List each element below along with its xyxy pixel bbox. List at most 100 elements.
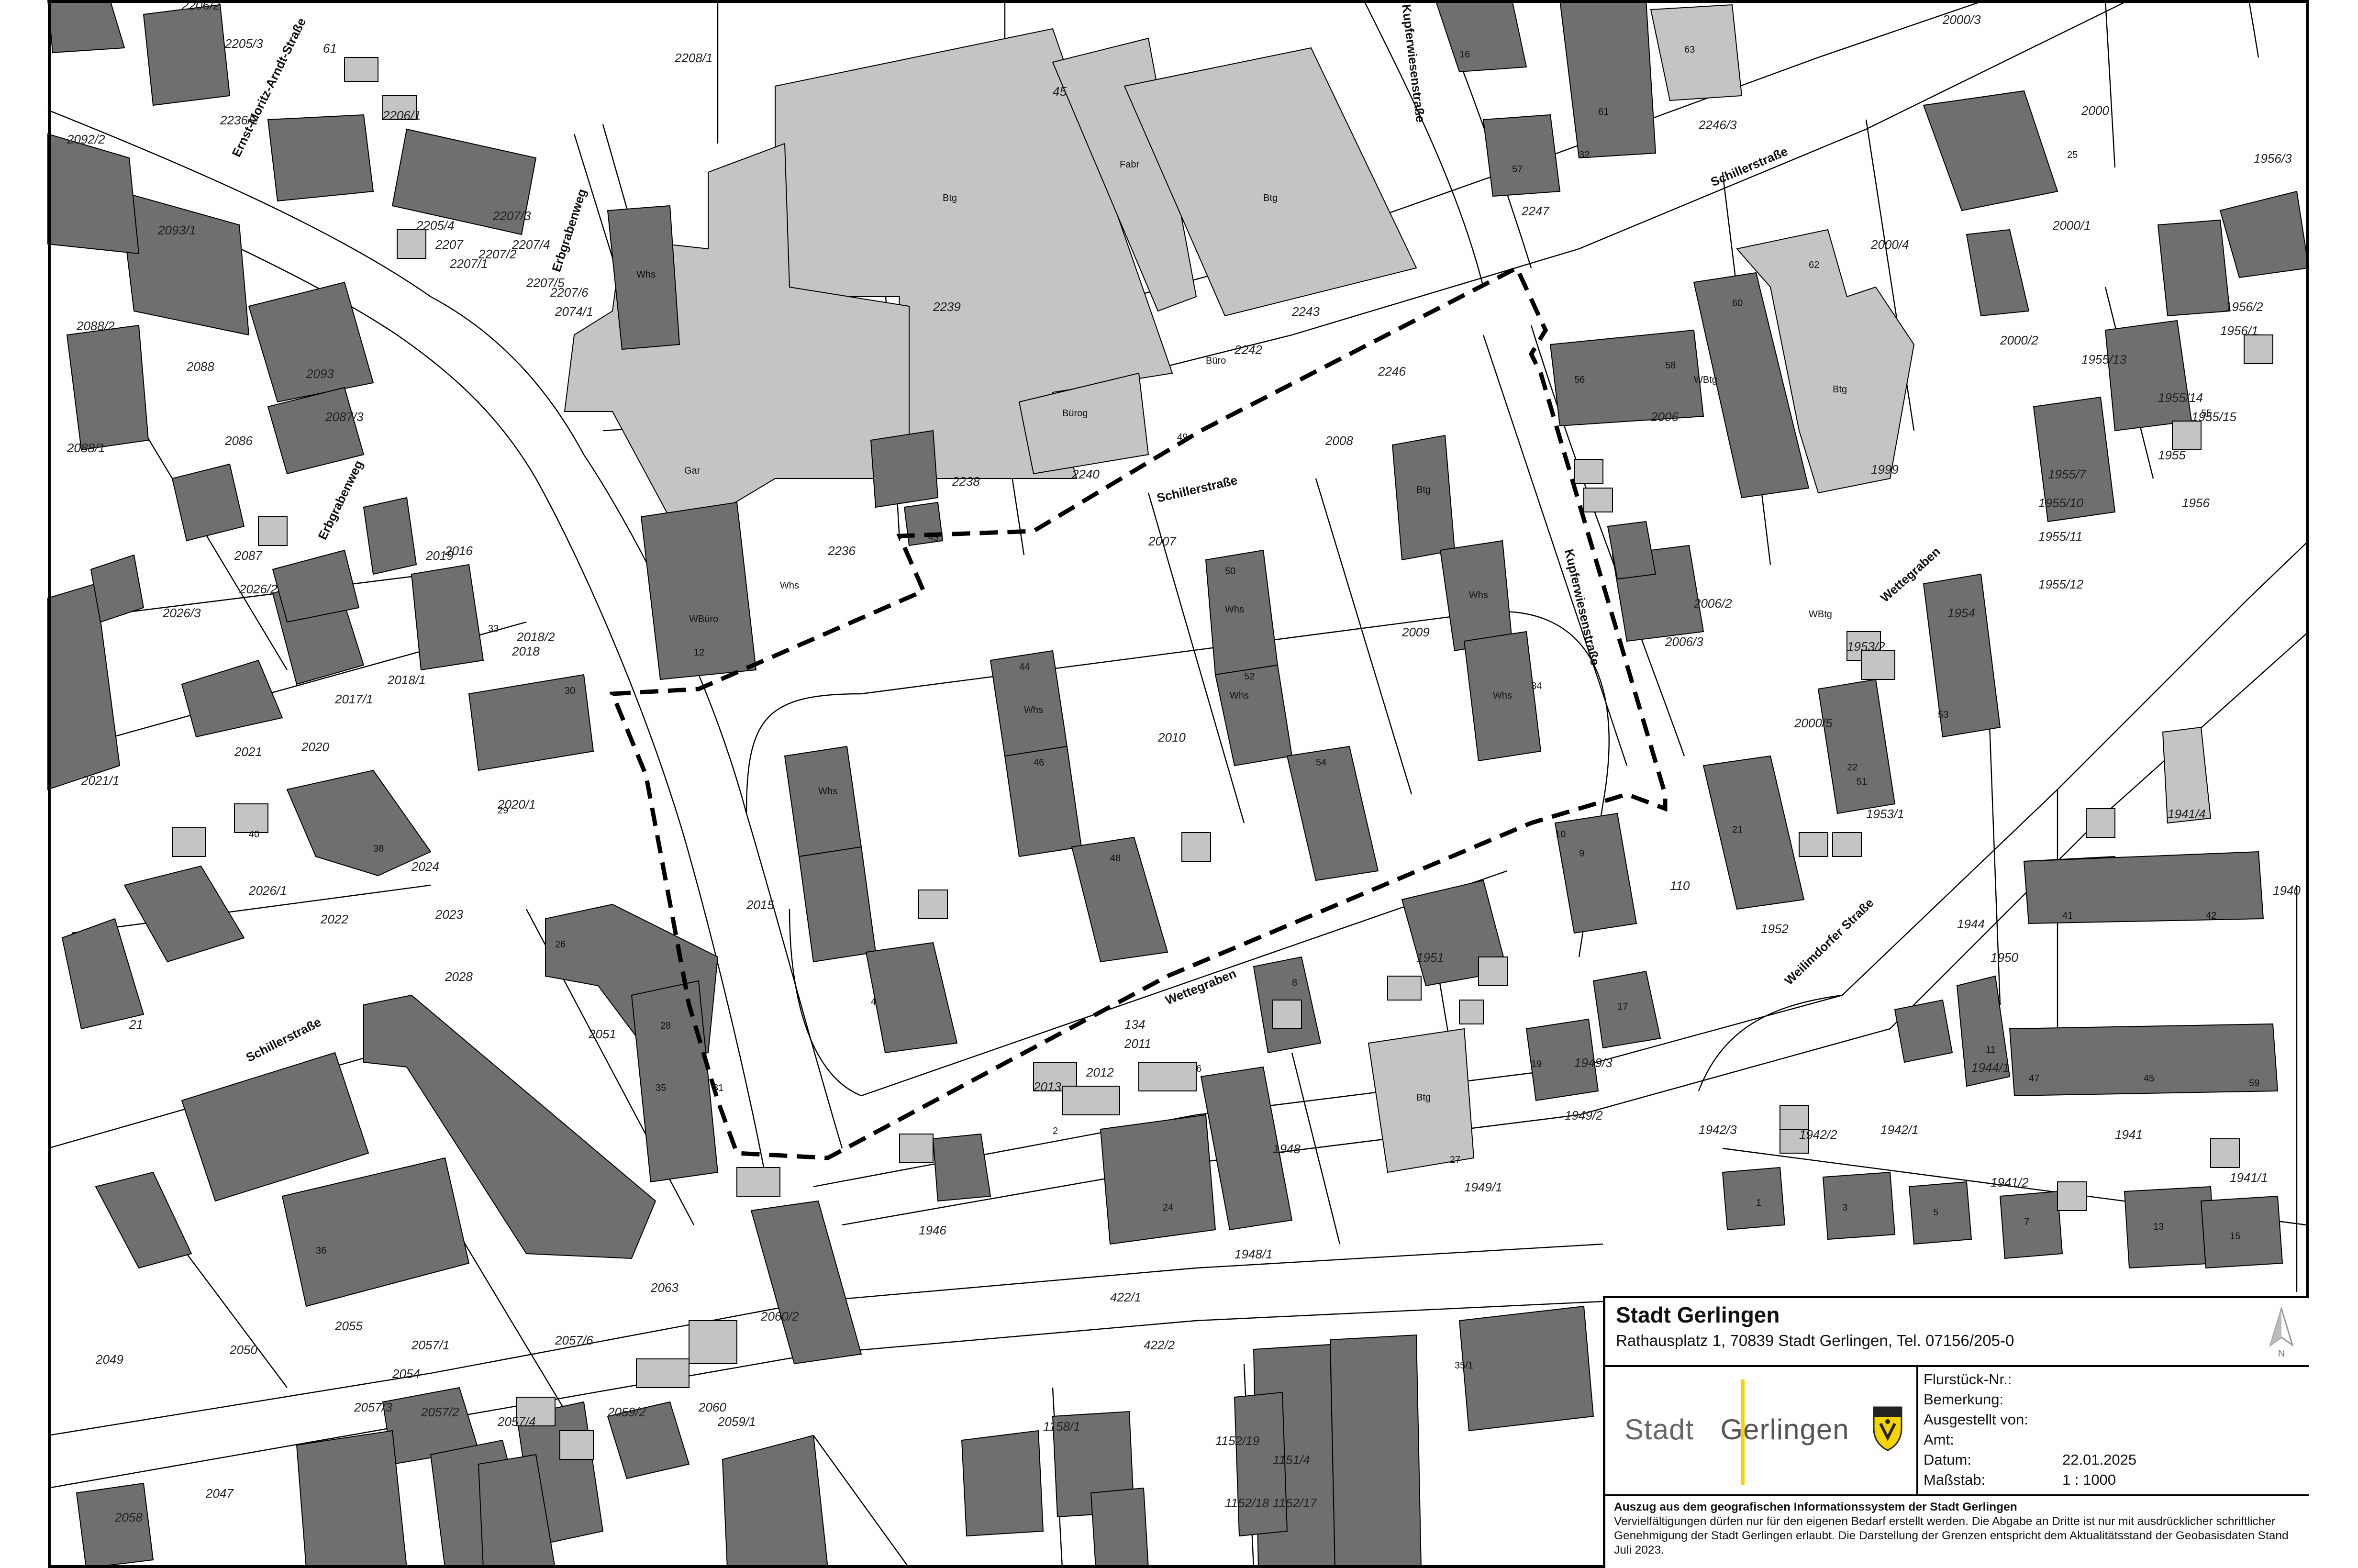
parcel-number-label: 2010	[1157, 730, 1186, 745]
parcel-number-label: 2054	[392, 1367, 420, 1381]
parcel-number-label: 2207/4	[512, 237, 550, 252]
house-number-label: 16	[1459, 49, 1470, 60]
building-type-label: Whs	[1225, 604, 1244, 615]
building-type-label: Whs	[1469, 590, 1488, 601]
parcel-number-label: 2057/3	[354, 1400, 392, 1414]
parcel-number-label: 2205/3	[224, 36, 263, 51]
house-number-label: 54	[1316, 757, 1326, 768]
house-number-label: 51	[1857, 777, 1867, 787]
parcel-number-label: 1941/2	[1991, 1175, 2029, 1190]
parcel-number-label: 2000/1	[2052, 218, 2091, 233]
building-type-label: Büro	[1206, 356, 1226, 366]
parcel-number-label: 1999	[1871, 462, 1899, 477]
parcel-number-label: 2009	[1401, 625, 1430, 639]
building-type-label: Whs	[780, 580, 799, 591]
panel-fields: Flurstück-Nr.: Bemerkung: Ausgestellt von:…	[1924, 1369, 2304, 1493]
parcel-number-label: 2047	[205, 1486, 234, 1501]
house-number-label: 25	[2067, 150, 2078, 160]
house-number-label: 10	[1555, 829, 1566, 840]
parcel-number-label: 2057/2	[421, 1405, 459, 1419]
parcel-number-label: 2020	[301, 740, 329, 754]
panel-address: Rathausplatz 1, 70839 Stadt Gerlingen, T…	[1616, 1332, 2014, 1349]
parcel-number-label: 2012	[1086, 1065, 1114, 1079]
parcel-number-label: 1956	[2182, 496, 2210, 510]
panel-field-row: Datum: 22.01.2025	[1924, 1451, 2136, 1468]
parcel-number-label: 2238	[952, 474, 980, 489]
parcel-number-label: 2207/3	[492, 209, 531, 223]
parcel-number-label: 1152/18	[1225, 1496, 1269, 1510]
house-number-label: 60	[1732, 298, 1743, 309]
parcel-number-label: 2057/4	[497, 1414, 536, 1429]
house-number-label: 50	[1225, 566, 1235, 577]
parcel-number-label: 2000/5	[1794, 716, 1833, 730]
parcel-number-label: 1955/13	[2081, 352, 2127, 367]
parcel-number-label: 2208/1	[674, 51, 713, 65]
coat-of-arms-icon	[1873, 1406, 1902, 1451]
parcel-number-label: 2246/3	[1698, 118, 1737, 132]
house-number-label: 46	[1034, 757, 1044, 768]
parcel-number-label: 2013	[1033, 1079, 1061, 1094]
parcel-number-label: 2242	[1234, 343, 1262, 357]
parcel-number-label: 2050	[229, 1343, 257, 1357]
logo-divider	[1741, 1379, 1745, 1485]
parcel-number-label: 2207/6	[550, 285, 589, 300]
parcel-number-label: 2093	[306, 367, 334, 381]
parcel-number-label: 2057/6	[555, 1333, 593, 1347]
parcel-number-label: 2055	[334, 1319, 363, 1333]
logo-word-stadt: Stadt	[1624, 1413, 1694, 1446]
parcel-number-label: 1949/3	[1574, 1056, 1613, 1070]
house-number-label: 52	[1244, 671, 1255, 682]
house-number-label: 45	[2144, 1073, 2154, 1084]
parcel-number-label: 134	[1124, 1017, 1145, 1032]
building-type-label: Bürog	[1062, 408, 1088, 419]
parcel-number-label: 2240	[1071, 467, 1100, 481]
panel-field-label: Ausgestellt von:	[1924, 1411, 2028, 1428]
logo-word-gerlingen: Gerlingen	[1720, 1413, 1849, 1446]
parcel-number-label: 1940	[2273, 883, 2301, 898]
house-number-label: 57	[1512, 164, 1523, 175]
parcel-number-label: 2239	[933, 300, 961, 314]
house-number-label: 22	[1847, 762, 1857, 773]
building-type-label: WBtg	[1694, 375, 1717, 385]
building-type-label: Btg	[1416, 485, 1431, 495]
parcel-number-label: 2051	[588, 1027, 616, 1041]
house-number-label: 33	[488, 623, 499, 634]
parcel-number-label: 2015	[746, 898, 774, 912]
parcel-number-label: 1955/15	[2191, 410, 2237, 424]
house-number-label: 24	[1163, 1202, 1173, 1213]
parcel-number-label: 1956/3	[2254, 151, 2292, 166]
panel-header: Stadt Gerlingen Rathausplatz 1, 70839 St…	[1605, 1298, 2309, 1367]
building-type-label: Whs	[636, 269, 656, 280]
parcel-number-label: 2000/2	[2000, 333, 2038, 347]
parcel-number-label: 2060/2	[760, 1309, 799, 1323]
house-number-label: 2	[1053, 1126, 1058, 1136]
parcel-number-label: 2008	[1325, 434, 1353, 448]
parcel-number-label: 2087/3	[325, 410, 364, 424]
parcel-number-label: 1956/2	[2225, 300, 2263, 314]
parcel-number-label: 1951	[1416, 950, 1444, 965]
parcel-number-label: 2018/2	[516, 630, 555, 644]
parcel-number-label: 1151/4	[1273, 1453, 1310, 1467]
parcel-number-label: 2000/4	[1870, 237, 1909, 252]
building-type-label: Whs	[818, 786, 837, 797]
parcel-number-label: 2000	[2081, 103, 2109, 118]
parcel-number-label: 2088/2	[76, 319, 115, 333]
house-number-label: 47	[2029, 1073, 2039, 1084]
house-number-label: 31	[713, 1083, 723, 1093]
parcel-number-label: 2088	[186, 359, 214, 374]
house-number-label: 38	[373, 844, 384, 854]
parcel-number-label: 2093/1	[157, 223, 196, 237]
panel-disclaimer: Auszug aus dem geografischen Information…	[1605, 1494, 2309, 1568]
parcel-number-label: 2017/1	[334, 692, 373, 706]
parcel-number-label: 2026/2	[239, 582, 278, 596]
parcel-number-label: 1941/1	[2230, 1170, 2268, 1185]
parcel-number-label: 1152/17	[1273, 1496, 1318, 1510]
parcel-number-label: 2018/1	[387, 673, 426, 687]
parcel-number-label: 1952	[1761, 922, 1789, 936]
building-type-label: Whs	[1024, 705, 1043, 715]
house-number-label: 56	[1574, 375, 1585, 385]
house-number-label: 35	[656, 1083, 666, 1093]
parcel-number-label: 1955/7	[2048, 467, 2087, 481]
house-number-label: 21	[1732, 824, 1743, 835]
house-number-label: 9	[1579, 848, 1584, 859]
